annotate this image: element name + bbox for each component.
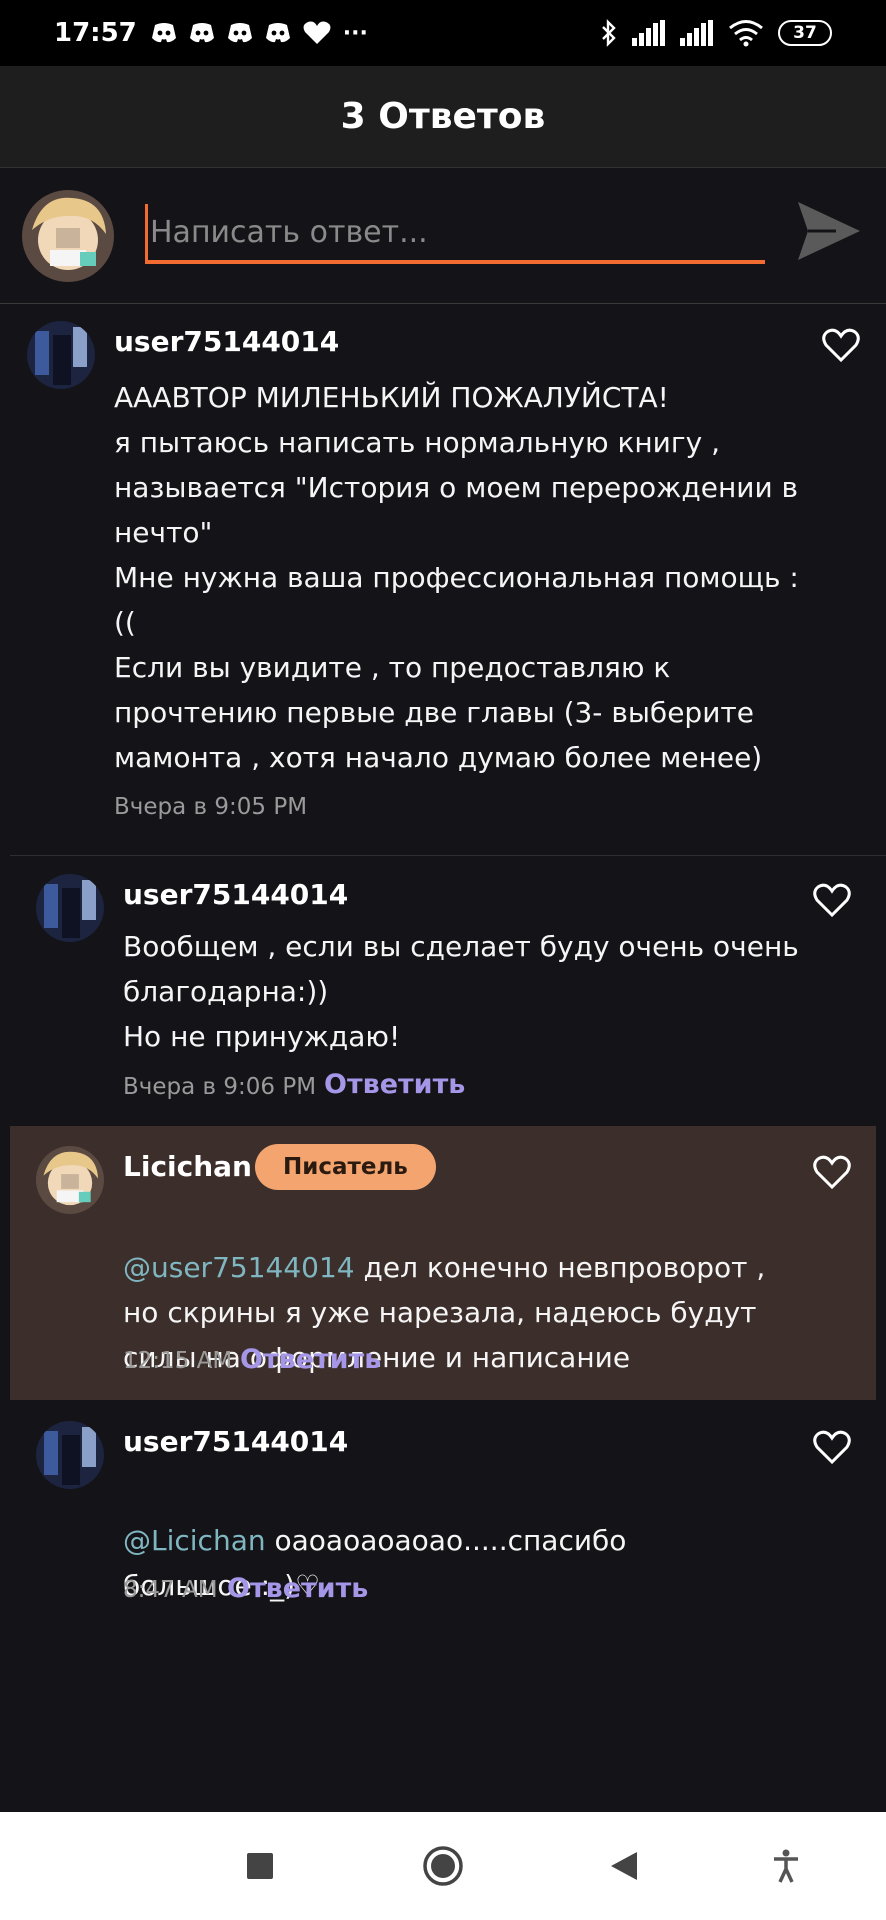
signal-icon <box>632 20 665 46</box>
status-right: 37 <box>600 19 832 47</box>
heart-outline-icon[interactable] <box>812 882 852 918</box>
accessibility-icon <box>774 1849 798 1883</box>
avatar-image <box>36 1146 104 1214</box>
page-title: 3 Ответов <box>340 96 546 137</box>
avatar[interactable] <box>27 321 95 389</box>
comment-text-first: дел конечно невпроворот , <box>354 1251 766 1284</box>
reply-input[interactable] <box>145 204 765 260</box>
heart-outline-icon[interactable] <box>812 1154 852 1190</box>
divider <box>10 855 886 856</box>
avatar-image <box>27 321 95 389</box>
mention-link[interactable]: @user75144014 <box>123 1251 355 1284</box>
reply-link[interactable]: Ответить <box>324 1069 465 1100</box>
discord-icon <box>265 23 290 43</box>
accessibility-button[interactable] <box>766 1812 806 1920</box>
back-button[interactable] <box>604 1812 644 1920</box>
comment: user75144014 АААВТОР МИЛЕНЬКИЙ ПОЖАЛУЙСТ… <box>0 305 886 855</box>
reply-composer <box>0 168 886 304</box>
signal-icon <box>680 20 713 46</box>
comment-highlighted: Licichan Писатель @user75144014 дел коне… <box>10 1126 876 1400</box>
home-circle-icon <box>423 1846 463 1886</box>
reply-link[interactable]: Ответить <box>227 1573 368 1604</box>
comment: user75144014 Вообщем , если вы сделает б… <box>0 860 886 1122</box>
status-left: 17:57 ··· <box>54 18 368 48</box>
mention-link[interactable]: @Licichan <box>123 1524 266 1557</box>
send-icon <box>798 202 860 260</box>
avatar[interactable] <box>36 1146 104 1214</box>
system-nav-bar <box>0 1812 886 1920</box>
username[interactable]: user75144014 <box>114 325 339 358</box>
status-bar: 17:57 ··· 37 <box>0 0 886 66</box>
recents-button[interactable] <box>238 1812 282 1920</box>
my-avatar[interactable] <box>22 190 114 282</box>
writer-badge: Писатель <box>255 1144 436 1190</box>
username[interactable]: user75144014 <box>123 878 348 911</box>
reply-link[interactable]: Ответить <box>240 1344 381 1375</box>
comment-text: АААВТОР МИЛЕНЬКИЙ ПОЖАЛУЙСТА! я пытаюсь … <box>114 381 799 774</box>
heart-outline-icon[interactable] <box>821 327 861 363</box>
username[interactable]: Licichan <box>123 1150 252 1183</box>
badge-label: Писатель <box>283 1154 408 1180</box>
notification-icons: ··· <box>151 21 368 46</box>
reply-input-wrapper <box>145 204 765 264</box>
heart-outline-icon[interactable] <box>812 1429 852 1465</box>
battery-indicator: 37 <box>778 20 832 46</box>
avatar[interactable] <box>36 874 104 942</box>
more-notifications: ··· <box>342 20 368 46</box>
comment-time: Вчера в 9:06 PM <box>123 1074 317 1100</box>
discord-icon <box>227 23 252 43</box>
comment: user75144014 @Licichan оаоаоаоаоао.....с… <box>0 1405 886 1635</box>
avatar-image <box>36 874 104 942</box>
comment-text: Вообщем , если вы сделает буду очень оче… <box>123 930 799 1053</box>
heart-filled-icon <box>303 21 331 44</box>
back-triangle-icon <box>611 1852 637 1880</box>
battery-level: 37 <box>793 23 817 43</box>
avatar-image <box>36 1421 104 1489</box>
avatar[interactable] <box>36 1421 104 1489</box>
comment-time: Вчера в 9:05 PM <box>114 794 308 820</box>
comment-time: 12:15 AM <box>123 1348 233 1374</box>
square-icon <box>247 1853 273 1879</box>
discord-icon <box>151 23 176 43</box>
home-button[interactable] <box>420 1812 466 1920</box>
bluetooth-icon <box>602 19 616 47</box>
header: 3 Ответов <box>0 66 886 168</box>
wifi-icon <box>729 20 763 47</box>
comment-text-first: оаоаоаоаоао.....спасибо <box>265 1524 627 1557</box>
status-time: 17:57 <box>54 18 137 48</box>
username[interactable]: user75144014 <box>123 1425 348 1458</box>
comment-time: 8:47 AM <box>123 1577 218 1603</box>
send-button[interactable] <box>796 200 862 262</box>
discord-icon <box>189 23 214 43</box>
avatar-image <box>22 190 114 282</box>
